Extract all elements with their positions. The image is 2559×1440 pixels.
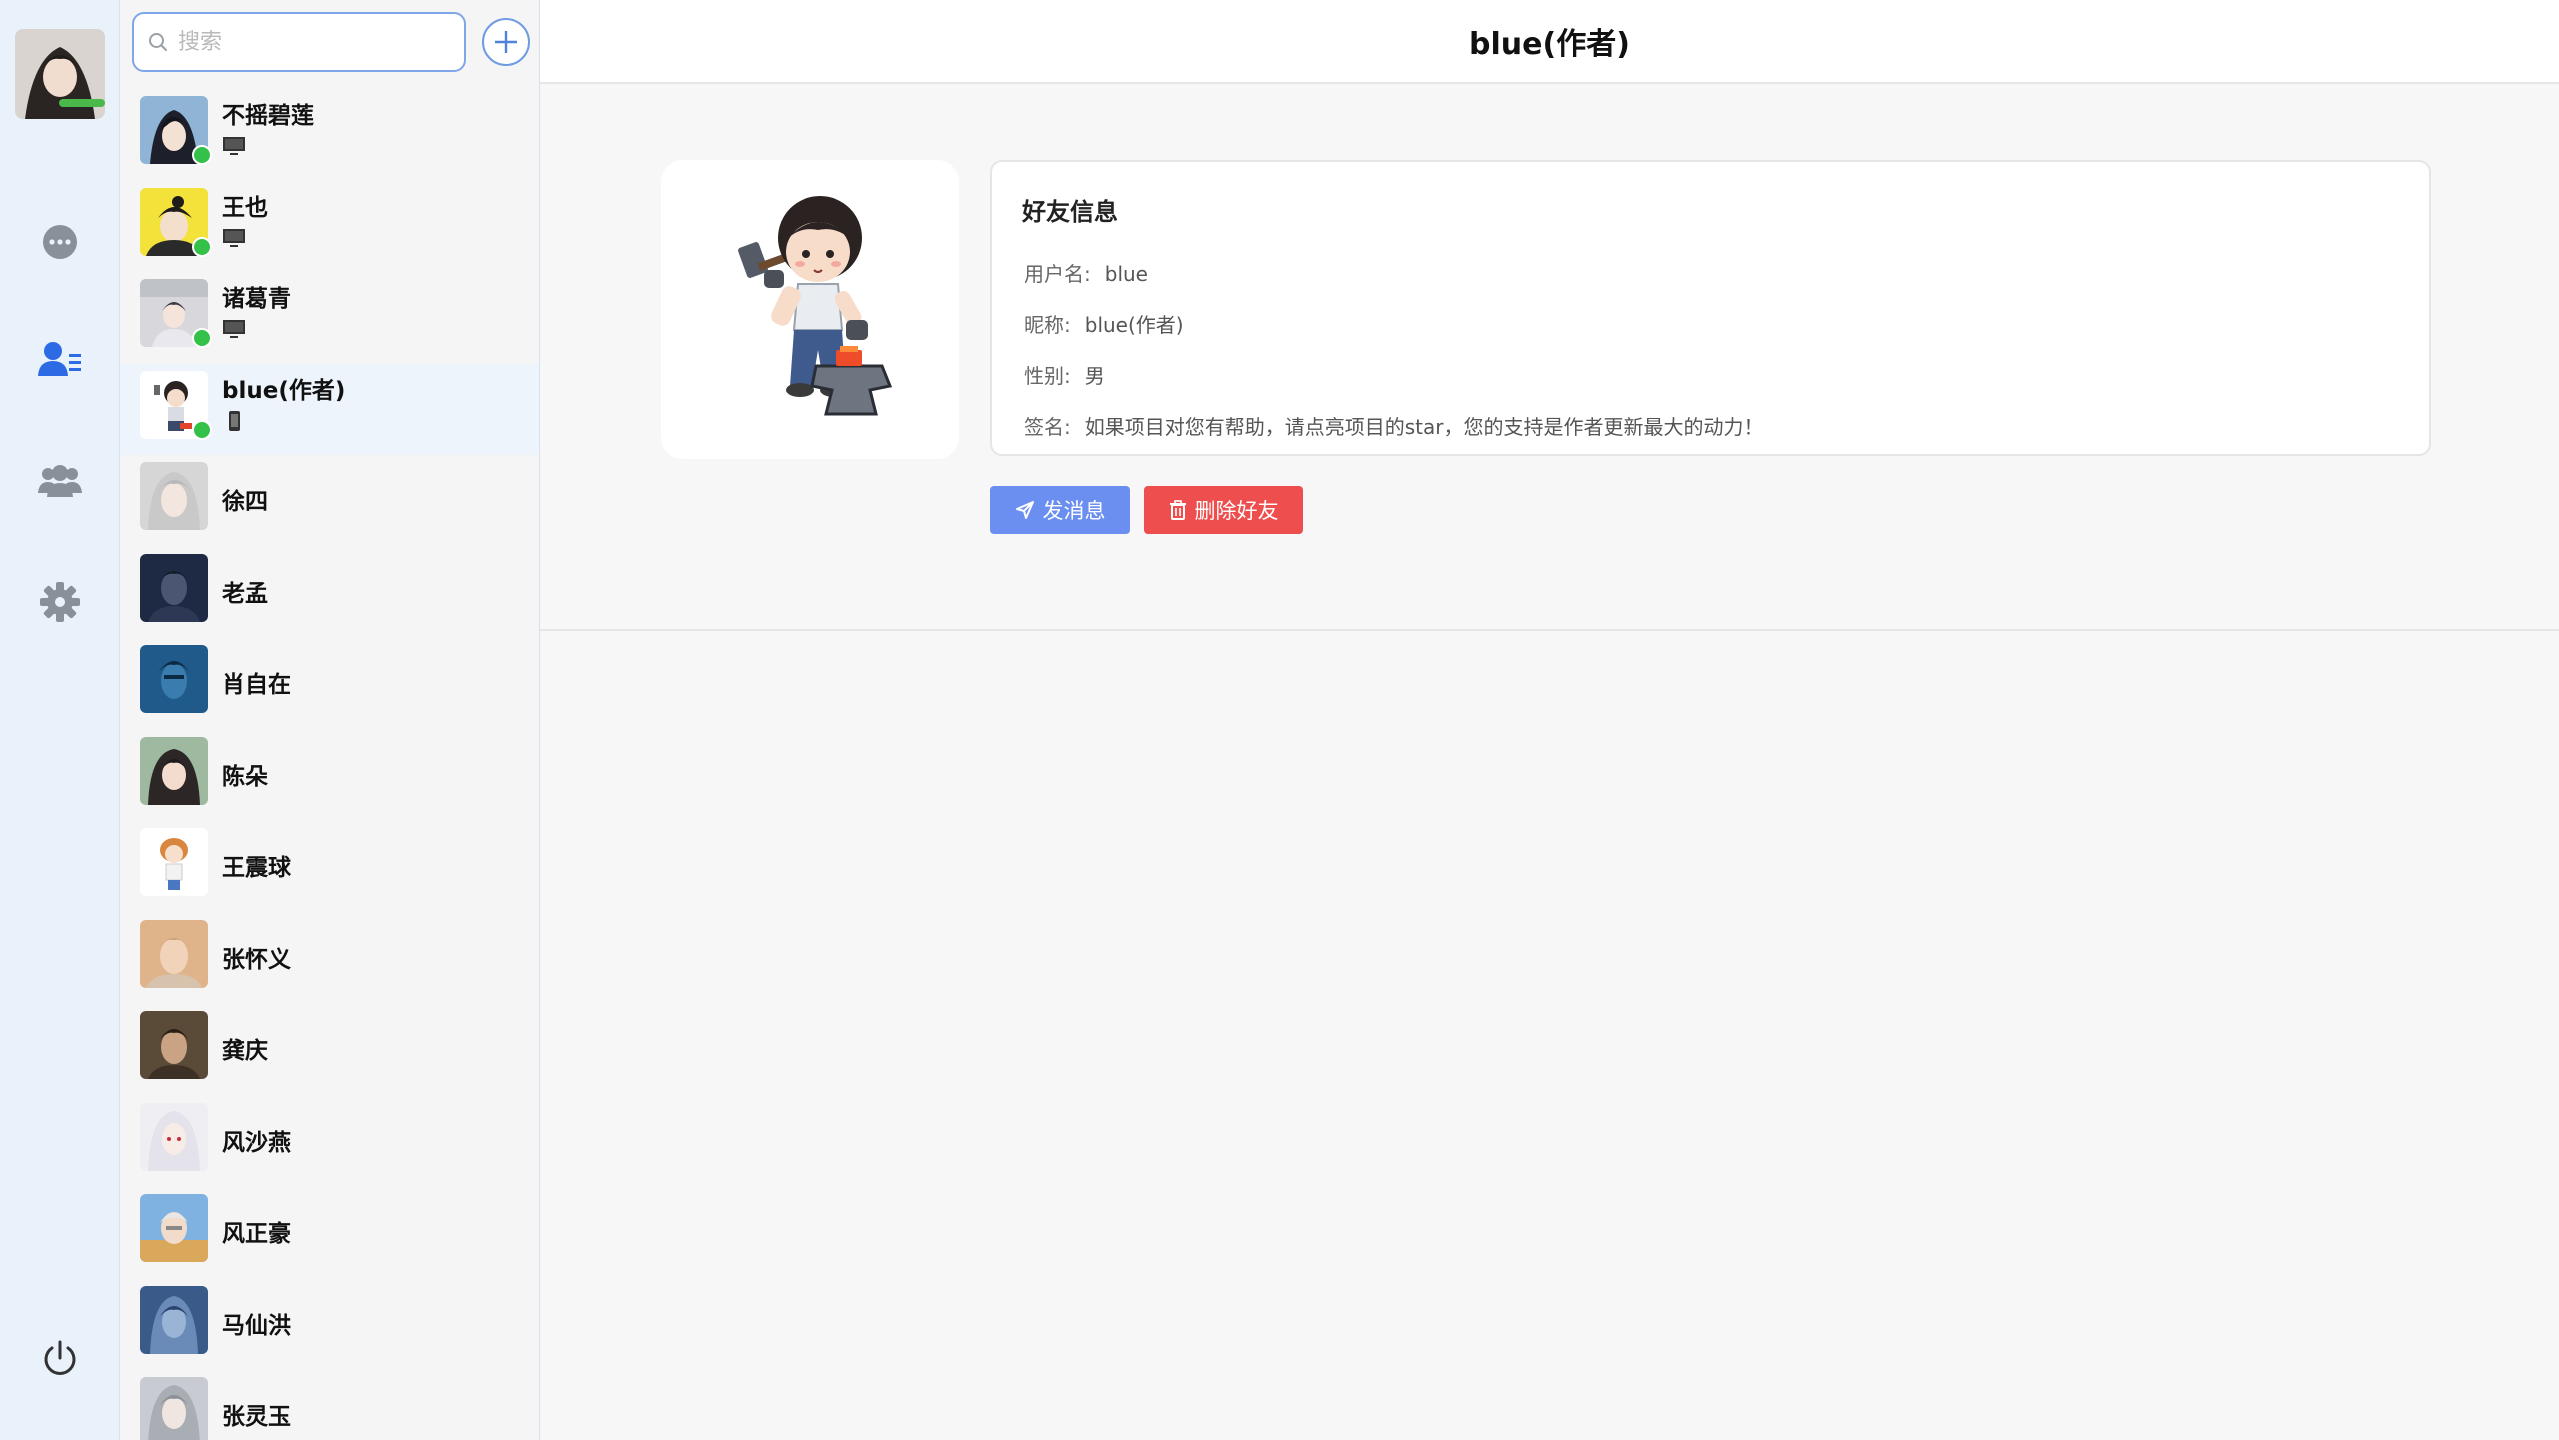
my-avatar[interactable] — [15, 29, 105, 119]
contact-name: 王震球 — [222, 855, 291, 881]
contact-name: 龚庆 — [222, 1038, 268, 1064]
send-icon — [1015, 501, 1034, 519]
username-row: 用户名: blue — [1024, 258, 1148, 287]
contact-name: 陈朵 — [222, 763, 268, 790]
contact-item[interactable]: 龚庆 — [120, 1004, 539, 1096]
desktop-icon — [223, 228, 245, 247]
nav-sidebar — [0, 0, 120, 1440]
online-status-dot — [192, 419, 212, 440]
desktop-icon — [223, 137, 245, 155]
contact-item[interactable]: 风沙燕 — [120, 1096, 539, 1188]
nav-groups-button[interactable] — [30, 451, 90, 511]
contact-name: 马仙洪 — [222, 1312, 291, 1339]
contact-avatar — [140, 1011, 208, 1079]
signature-value: 如果项目对您有帮助，请点亮项目的star，您的支持是作者更新最大的动力！ — [1084, 415, 1764, 439]
contact-name: 肖自在 — [222, 672, 291, 698]
contact-name: blue(作者) — [222, 377, 346, 404]
contact-name: 徐四 — [222, 489, 268, 515]
nickname-label: 昵称: — [1024, 313, 1071, 337]
signature-row: 签名: 如果项目对您有帮助，请点亮项目的star，您的支持是作者更新最大的动力！ — [1024, 411, 1764, 440]
contact-item[interactable]: 不摇碧莲 — [120, 89, 539, 181]
contact-item[interactable]: 风正豪 — [120, 1187, 539, 1279]
plus-icon — [495, 31, 517, 53]
nav-contacts-button[interactable] — [30, 330, 90, 390]
info-card-title: 好友信息 — [1022, 198, 1118, 226]
username-label: 用户名: — [1024, 262, 1091, 286]
contact-item[interactable]: 王也 — [120, 181, 539, 273]
contact-item-selected[interactable]: blue(作者) — [120, 363, 539, 455]
delete-friend-button[interactable]: 删除好友 — [1144, 486, 1303, 534]
online-status-dot — [192, 328, 212, 348]
contact-name: 风沙燕 — [222, 1129, 291, 1156]
contact-avatar — [140, 736, 208, 805]
nickname-value: blue(作者) — [1084, 313, 1184, 337]
online-status-dot — [192, 145, 212, 165]
contacts-icon — [38, 342, 81, 376]
contact-avatar — [140, 462, 208, 530]
search-bar — [132, 12, 539, 72]
contact-item[interactable]: 陈朵 — [120, 730, 539, 822]
contact-avatar — [140, 553, 208, 622]
contact-name: 不摇碧莲 — [222, 103, 314, 129]
gender-row: 性别: 男 — [1024, 360, 1105, 389]
contact-avatar — [140, 1194, 208, 1262]
delete-friend-label: 删除好友 — [1194, 499, 1279, 523]
contact-avatar — [140, 919, 208, 988]
nav-chat-button[interactable] — [30, 212, 90, 272]
main-header: blue(作者) — [540, 0, 2559, 84]
page-title: blue(作者) — [1469, 27, 1630, 62]
contact-name: 老孟 — [222, 580, 268, 607]
friend-avatar — [738, 195, 893, 415]
contact-list: 不摇碧莲 王也 诸葛青 blue(作者) 徐四 老孟 肖自在 陈朵 王震球 张怀… — [120, 89, 539, 1440]
contact-item[interactable]: 徐四 — [120, 455, 539, 547]
contact-avatar — [140, 1102, 208, 1171]
contact-avatar — [140, 645, 208, 713]
chat-icon — [43, 225, 77, 259]
content-divider — [540, 629, 2559, 631]
nickname-row: 昵称: blue(作者) — [1024, 309, 1184, 338]
trash-icon — [1169, 500, 1186, 520]
app-window: 不摇碧莲 王也 诸葛青 — [0, 0, 2559, 1440]
online-status-dot — [192, 236, 212, 257]
contact-item[interactable]: 诸葛青 — [120, 272, 539, 364]
contact-name: 王也 — [222, 194, 268, 221]
main-panel: blue(作者) 好友信息 用户名: blue 昵称: blue(作者) 性别:… — [540, 0, 2559, 1440]
search-input[interactable] — [178, 29, 438, 55]
contact-item[interactable]: 肖自在 — [120, 638, 539, 730]
contact-item[interactable]: 老孟 — [120, 547, 539, 639]
logout-button[interactable] — [30, 1328, 90, 1388]
contact-item[interactable]: 马仙洪 — [120, 1279, 539, 1371]
contact-name: 张怀义 — [222, 946, 291, 973]
contact-panel: 不摇碧莲 王也 诸葛青 — [120, 0, 540, 1440]
search-box[interactable] — [132, 12, 466, 72]
contact-name: 张灵玉 — [222, 1404, 291, 1430]
username-value: blue — [1104, 262, 1148, 286]
signature-label: 签名: — [1024, 415, 1071, 439]
contact-avatar — [140, 1285, 208, 1354]
contact-item[interactable]: 王震球 — [120, 821, 539, 913]
gender-label: 性别: — [1024, 364, 1071, 388]
search-icon — [149, 33, 167, 51]
friend-info-card: 好友信息 用户名: blue 昵称: blue(作者) 性别: 男 签名: 如果项目对您… — [990, 160, 2431, 456]
send-message-label: 发消息 — [1042, 499, 1106, 523]
power-icon — [44, 1340, 76, 1375]
nav-settings-button[interactable] — [30, 572, 90, 632]
contact-item[interactable]: 张灵玉 — [120, 1370, 539, 1440]
contact-name: 诸葛青 — [222, 286, 291, 312]
groups-icon — [38, 465, 82, 497]
friend-avatar-card — [661, 160, 959, 459]
desktop-icon — [223, 320, 245, 338]
contact-avatar — [140, 1377, 208, 1440]
send-message-button[interactable]: 发消息 — [990, 486, 1130, 534]
contact-name: 风正豪 — [222, 1221, 291, 1247]
gender-value: 男 — [1084, 364, 1105, 388]
settings-icon — [40, 582, 80, 622]
contact-item[interactable]: 张怀义 — [120, 913, 539, 1005]
contact-avatar — [140, 828, 208, 896]
mobile-icon — [229, 410, 240, 431]
add-friend-button[interactable] — [482, 18, 530, 66]
